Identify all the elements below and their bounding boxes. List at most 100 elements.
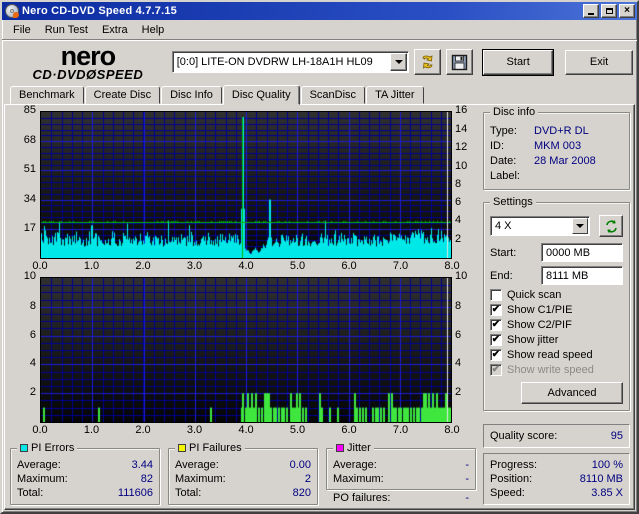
- chevron-down-icon: [576, 224, 584, 228]
- eject-load-button[interactable]: [414, 49, 442, 75]
- stats-row: PI Errors Average: 3.44 Maximum: 82 Total:…: [10, 442, 478, 505]
- chevron-down-icon: [394, 60, 403, 64]
- disc-info-label: Date:: [490, 155, 517, 167]
- axis-tick: 3.0: [186, 424, 203, 436]
- disc-info-title: Disc info: [493, 106, 536, 118]
- pi-failures-legend-swatch: [178, 444, 186, 452]
- tab-ta-jitter[interactable]: TA Jitter: [366, 86, 424, 104]
- stat-value: 820: [292, 487, 311, 499]
- show-jitter-checkbox[interactable]: [490, 334, 502, 346]
- tab-benchmark[interactable]: Benchmark: [10, 86, 84, 104]
- pi-errors-stats: PI Errors Average: 3.44 Maximum: 82 Total:…: [10, 442, 160, 505]
- side-panel: Disc info Type: DVD+R DL ID: MKM 003 Date:…: [483, 106, 630, 505]
- toolbar: nero CD·DVDØSPEED [0:0] LITE-ON DVDRW LH…: [2, 40, 637, 84]
- axis-tick: 8: [455, 300, 462, 312]
- axis-tick: 34: [23, 193, 36, 205]
- pi-failures-chart-canvas: [40, 277, 452, 423]
- end-position-input[interactable]: [541, 266, 623, 285]
- app-icon: [5, 4, 19, 18]
- refresh-speeds-button[interactable]: [599, 215, 623, 237]
- drive-select-value: [0:0] LITE-ON DVDRW LH-18A1H HL09: [176, 56, 373, 68]
- title-bar: Nero CD-DVD Speed 4.7.7.15 ×: [2, 2, 637, 20]
- position-value: 8110 MB: [579, 473, 623, 485]
- show-c2-pif-checkbox-row[interactable]: Show C2/PIF: [490, 319, 623, 331]
- stat-value: 0.00: [289, 459, 311, 471]
- axis-tick: 85: [23, 104, 36, 116]
- show-c1-pie-checkbox-row[interactable]: Show C1/PIE: [490, 304, 623, 316]
- advanced-button[interactable]: Advanced: [521, 382, 623, 404]
- axis-tick: 2.0: [135, 260, 151, 272]
- stat-label: Maximum:: [175, 473, 226, 485]
- axis-tick: 2: [455, 233, 462, 245]
- cd-dvd-speed-wordmark: CD·DVDØSPEED: [32, 67, 144, 82]
- tab-strip: Benchmark Create Disc Disc Info Disc Qua…: [2, 84, 637, 105]
- maximize-button[interactable]: [601, 4, 617, 18]
- axis-tick: 6: [455, 196, 462, 208]
- show-c2-pif-checkbox[interactable]: [490, 319, 502, 331]
- axis-tick: 4: [29, 357, 36, 369]
- jitter-stats: Jitter Average: - Maximum: - PO failures: …: [326, 442, 476, 505]
- nero-logo-wordmark: nero: [60, 41, 117, 71]
- checkbox-label: Show jitter: [507, 334, 559, 346]
- pi-failures-left-axis: 10 8 6 4 2: [10, 270, 40, 423]
- pi-failures-stats-title: PI Failures: [189, 442, 242, 454]
- scan-speed-dropdown-button[interactable]: [572, 218, 588, 234]
- pi-errors-chart-canvas: [40, 111, 452, 259]
- menu-run-test[interactable]: Run Test: [38, 22, 95, 38]
- menu-file[interactable]: File: [6, 22, 38, 38]
- show-read-speed-checkbox-row[interactable]: Show read speed: [490, 349, 623, 361]
- checkbox-label: Quick scan: [507, 289, 562, 301]
- tab-create-disc[interactable]: Create Disc: [84, 86, 161, 104]
- start-position-input[interactable]: [541, 243, 623, 262]
- exit-button[interactable]: Exit: [565, 49, 633, 75]
- pi-errors-x-axis: 0.0 1.0 2.0 3.0 4.0 5.0 6.0 7.0 8.0: [32, 259, 459, 273]
- pi-errors-left-axis: 85 68 51 34 17: [10, 104, 40, 259]
- show-write-speed-checkbox: [490, 364, 502, 376]
- pi-failures-x-axis: 0.0 1.0 2.0 3.0 4.0 5.0 6.0 7.0 8.0: [32, 423, 459, 437]
- menu-help[interactable]: Help: [135, 22, 172, 38]
- save-button[interactable]: [446, 49, 474, 75]
- stat-label: Total:: [17, 487, 44, 499]
- menu-extra[interactable]: Extra: [95, 22, 135, 38]
- window-title: Nero CD-DVD Speed 4.7.7.15: [22, 5, 177, 17]
- save-icon: [452, 54, 468, 70]
- minimize-button[interactable]: [583, 4, 599, 18]
- checkbox-label: Show write speed: [507, 364, 594, 376]
- start-button[interactable]: Start: [482, 48, 555, 76]
- close-button[interactable]: ×: [619, 4, 635, 18]
- tab-scandisc[interactable]: ScanDisc: [300, 86, 366, 104]
- quality-score-label: Quality score:: [490, 430, 558, 442]
- pi-errors-chart: 85 68 51 34 17 16 14 12 10 8 6 4 2 0.0 1…: [10, 104, 478, 273]
- checkbox-label: Show C2/PIF: [507, 319, 572, 331]
- jitter-stats-title: Jitter: [347, 442, 371, 454]
- pi-failures-stats: PI Failures Average: 0.00 Maximum: 2 Total…: [168, 442, 318, 505]
- jitter-legend-swatch: [336, 444, 344, 452]
- scan-speed-select[interactable]: 4 X: [490, 216, 590, 236]
- tab-disc-info[interactable]: Disc Info: [161, 86, 222, 104]
- axis-tick: 17: [23, 222, 36, 234]
- show-write-speed-checkbox-row: Show write speed: [490, 364, 623, 376]
- axis-tick: 4.0: [238, 260, 254, 272]
- quality-score-panel: Quality score: 95: [483, 424, 630, 448]
- axis-tick: 0.0: [32, 424, 48, 436]
- quick-scan-checkbox[interactable]: [490, 289, 502, 301]
- axis-tick: 4.0: [238, 424, 254, 436]
- speed-value: 3.85 X: [591, 487, 623, 499]
- tab-disc-quality[interactable]: Disc Quality: [222, 85, 300, 105]
- drive-select-dropdown-button[interactable]: [390, 53, 408, 71]
- pi-failures-chart: 10 8 6 4 2 10 8 6 4 2 0.0 1.0 2.0 3.0 4.…: [10, 270, 478, 437]
- show-read-speed-checkbox[interactable]: [490, 349, 502, 361]
- disc-quality-page: 85 68 51 34 17 16 14 12 10 8 6 4 2 0.0 1…: [4, 104, 635, 510]
- axis-tick: 2: [455, 386, 462, 398]
- drive-select[interactable]: [0:0] LITE-ON DVDRW LH-18A1H HL09: [171, 51, 410, 73]
- axis-tick: 8: [29, 300, 36, 312]
- po-failures-row: PO failures: -: [326, 490, 476, 504]
- axis-tick: 5.0: [289, 424, 306, 436]
- pi-errors-right-axis: 16 14 12 10 8 6 4 2: [452, 104, 478, 259]
- show-jitter-checkbox-row[interactable]: Show jitter: [490, 334, 623, 346]
- show-c1-pie-checkbox[interactable]: [490, 304, 502, 316]
- speed-label: Speed:: [490, 487, 525, 499]
- quick-scan-checkbox-row[interactable]: Quick scan: [490, 289, 623, 301]
- stat-value: -: [465, 459, 469, 471]
- stat-label: Maximum:: [17, 473, 68, 485]
